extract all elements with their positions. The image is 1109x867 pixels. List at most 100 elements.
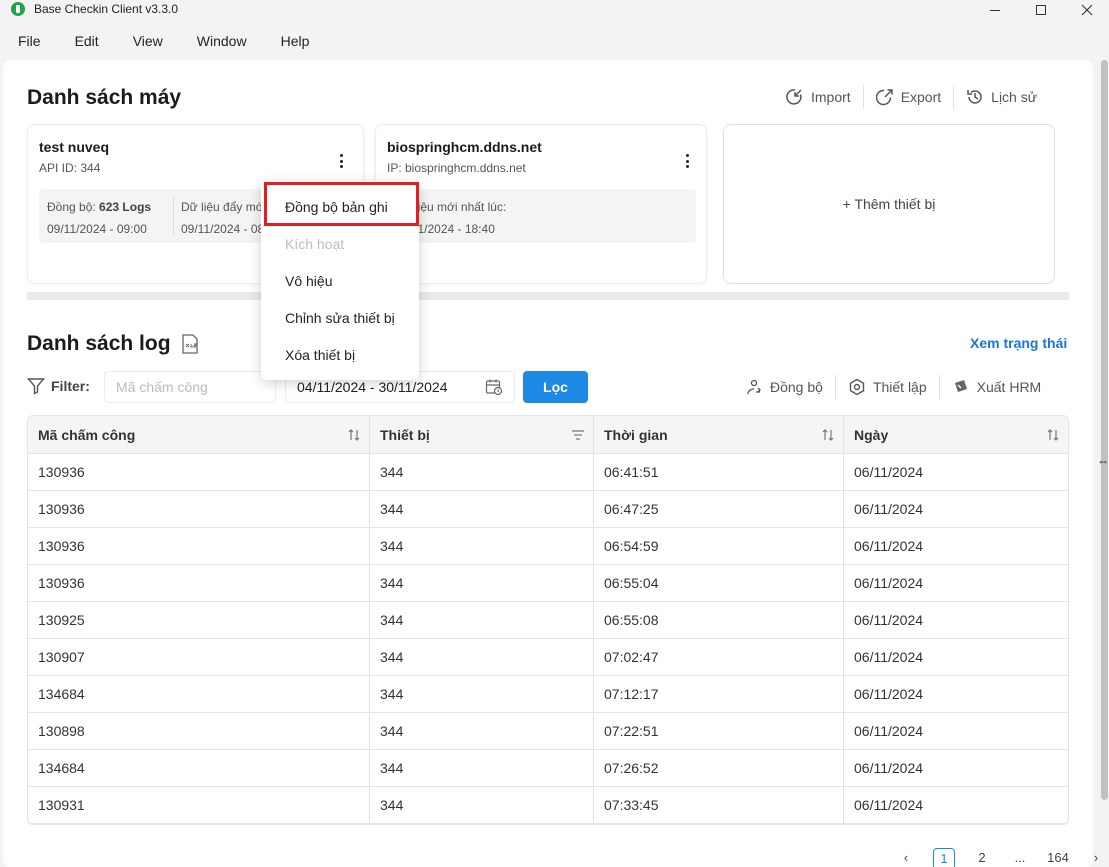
cell-time: 07:33:45 [594,787,844,824]
cards-horizontal-scrollbar[interactable] [27,292,1069,300]
column-header-date[interactable]: Ngày [844,416,1068,454]
cell-employee-code: 130936 [28,491,370,528]
kebab-dot-icon [685,154,689,157]
table-row[interactable]: 130936 344 06:41:51 06/11/2024 [28,454,1068,491]
export-button[interactable]: Export [864,85,953,109]
latest-stat: Dữ liệu mới nhất lúc: 09/11/2024 - 18:40 [387,189,696,243]
sort-icon[interactable] [1046,427,1060,443]
page-ellipsis: ... [1014,850,1026,865]
view-status-link[interactable]: Xem trạng thái [970,335,1067,351]
log-table: Mã chấm công Thiết bị Thời gian Ngày 130… [27,415,1069,825]
sync-button[interactable]: Đồng bộ [733,375,835,399]
column-header-label: Ngày [854,427,889,443]
history-button[interactable]: Lịch sử [954,85,1049,109]
maximize-button[interactable] [1018,0,1064,20]
cell-device: 344 [370,713,594,750]
next-page-button[interactable]: › [1085,848,1107,867]
cell-device: 344 [370,787,594,824]
page-button-last[interactable]: 164 [1047,848,1069,867]
cell-employee-code: 130936 [28,454,370,491]
cell-time: 07:26:52 [594,750,844,787]
cell-time: 06:54:59 [594,528,844,565]
cell-time: 06:55:04 [594,565,844,602]
filter-lines-icon[interactable] [571,427,585,443]
history-icon [967,90,982,104]
sync-stat-time: 09/11/2024 - 09:00 [47,222,147,236]
table-row[interactable]: 130936 344 06:47:25 06/11/2024 [28,491,1068,528]
cell-device: 344 [370,491,594,528]
kebab-dot-icon [339,165,343,168]
device-ip: IP: biospringhcm.ddns.net [387,161,526,175]
device-menu-button[interactable] [679,153,695,169]
table-row[interactable]: 130936 344 06:54:59 06/11/2024 [28,528,1068,565]
xls-file-icon[interactable] [181,334,199,354]
import-button[interactable]: Import [774,85,863,109]
add-device-card[interactable]: + Thêm thiết bị [723,124,1055,284]
cell-device: 344 [370,639,594,676]
prev-page-button[interactable]: ‹ [895,848,917,867]
cell-employee-code: 130936 [28,565,370,602]
sync-stat: Đồng bộ: 623 Logs 09/11/2024 - 09:00 [39,189,173,243]
page-button-1[interactable]: 1 [933,848,955,867]
cell-device: 344 [370,528,594,565]
cell-employee-code: 130898 [28,713,370,750]
table-row[interactable]: 130907 344 07:02:47 06/11/2024 [28,639,1068,676]
sort-icon[interactable] [347,427,361,443]
page-button-2[interactable]: 2 [971,848,993,867]
device-api-id: API ID: 344 [39,161,101,175]
history-label: Lịch sử [991,89,1038,105]
menu-edit[interactable]: Edit [58,24,116,58]
app-logo-icon [11,2,25,16]
window-title: Base Checkin Client v3.3.0 [34,2,179,16]
column-header-employee-code[interactable]: Mã chấm công [28,416,370,454]
title-bar: Base Checkin Client v3.3.0 [0,0,1109,20]
sync-label: Đồng bộ [770,379,823,395]
cell-time: 07:12:17 [594,676,844,713]
column-header-label: Mã chấm công [38,427,136,443]
export-hrm-button[interactable]: Xuất HRM [940,375,1054,399]
table-row[interactable]: 134684 344 07:12:17 06/11/2024 [28,676,1068,713]
menu-help[interactable]: Help [264,24,327,58]
table-row[interactable]: 130936 344 06:55:04 06/11/2024 [28,565,1068,602]
sync-stat-label: Đồng bộ: 623 Logs [47,200,152,214]
menu-item-edit-device[interactable]: Chỉnh sửa thiết bị [285,310,395,326]
device-card[interactable]: biospringhcm.ddns.net IP: biospringhcm.d… [375,124,707,284]
export-label: Export [900,89,942,105]
table-row[interactable]: 134684 344 07:26:52 06/11/2024 [28,750,1068,787]
minimize-button[interactable] [972,0,1018,20]
table-body: 130936 344 06:41:51 06/11/2024 130936 344 06:… [28,454,1068,824]
close-button[interactable] [1064,0,1109,20]
maximize-icon [1036,5,1046,15]
cell-time: 06:47:25 [594,491,844,528]
settings-button[interactable]: Thiết lập [836,375,939,399]
table-row[interactable]: 130931 344 07:33:45 06/11/2024 [28,787,1068,824]
column-header-device[interactable]: Thiết bị [370,416,594,454]
device-stats: Dữ liệu mới nhất lúc: 09/11/2024 - 18:40 [387,189,696,243]
kebab-dot-icon [685,165,689,168]
cell-employee-code: 130931 [28,787,370,824]
vertical-scrollbar-thumb[interactable] [1101,60,1108,800]
menu-file[interactable]: File [0,24,58,58]
menu-view[interactable]: View [116,24,180,58]
cell-employee-code: 130936 [28,528,370,565]
menu-item-delete-device[interactable]: Xóa thiết bị [285,347,355,363]
filter-button[interactable]: Lọc [523,371,588,403]
table-row[interactable]: 130925 344 06:55:08 06/11/2024 [28,602,1068,639]
column-header-time[interactable]: Thời gian [594,416,844,454]
export-hrm-label: Xuất HRM [976,379,1042,395]
table-header: Mã chấm công Thiết bị Thời gian Ngày [28,416,1068,454]
cell-employee-code: 130925 [28,602,370,639]
table-row[interactable]: 130898 344 07:22:51 06/11/2024 [28,713,1068,750]
menu-item-activate: Kích hoạt [285,236,345,252]
employee-code-input[interactable] [104,371,276,403]
device-menu-button[interactable] [333,153,349,169]
menu-item-disable[interactable]: Vô hiệu [285,273,332,289]
cell-employee-code: 134684 [28,676,370,713]
column-header-label: Thiết bị [380,427,430,443]
devices-toolbar: Import Export Lịch sử [774,85,1049,109]
cell-device: 344 [370,750,594,787]
menu-window[interactable]: Window [180,24,264,58]
sort-icon[interactable] [821,427,835,443]
date-range-value: 04/11/2024 - 30/11/2024 [297,379,448,395]
resize-cursor-icon: ⇔ [1097,454,1109,468]
